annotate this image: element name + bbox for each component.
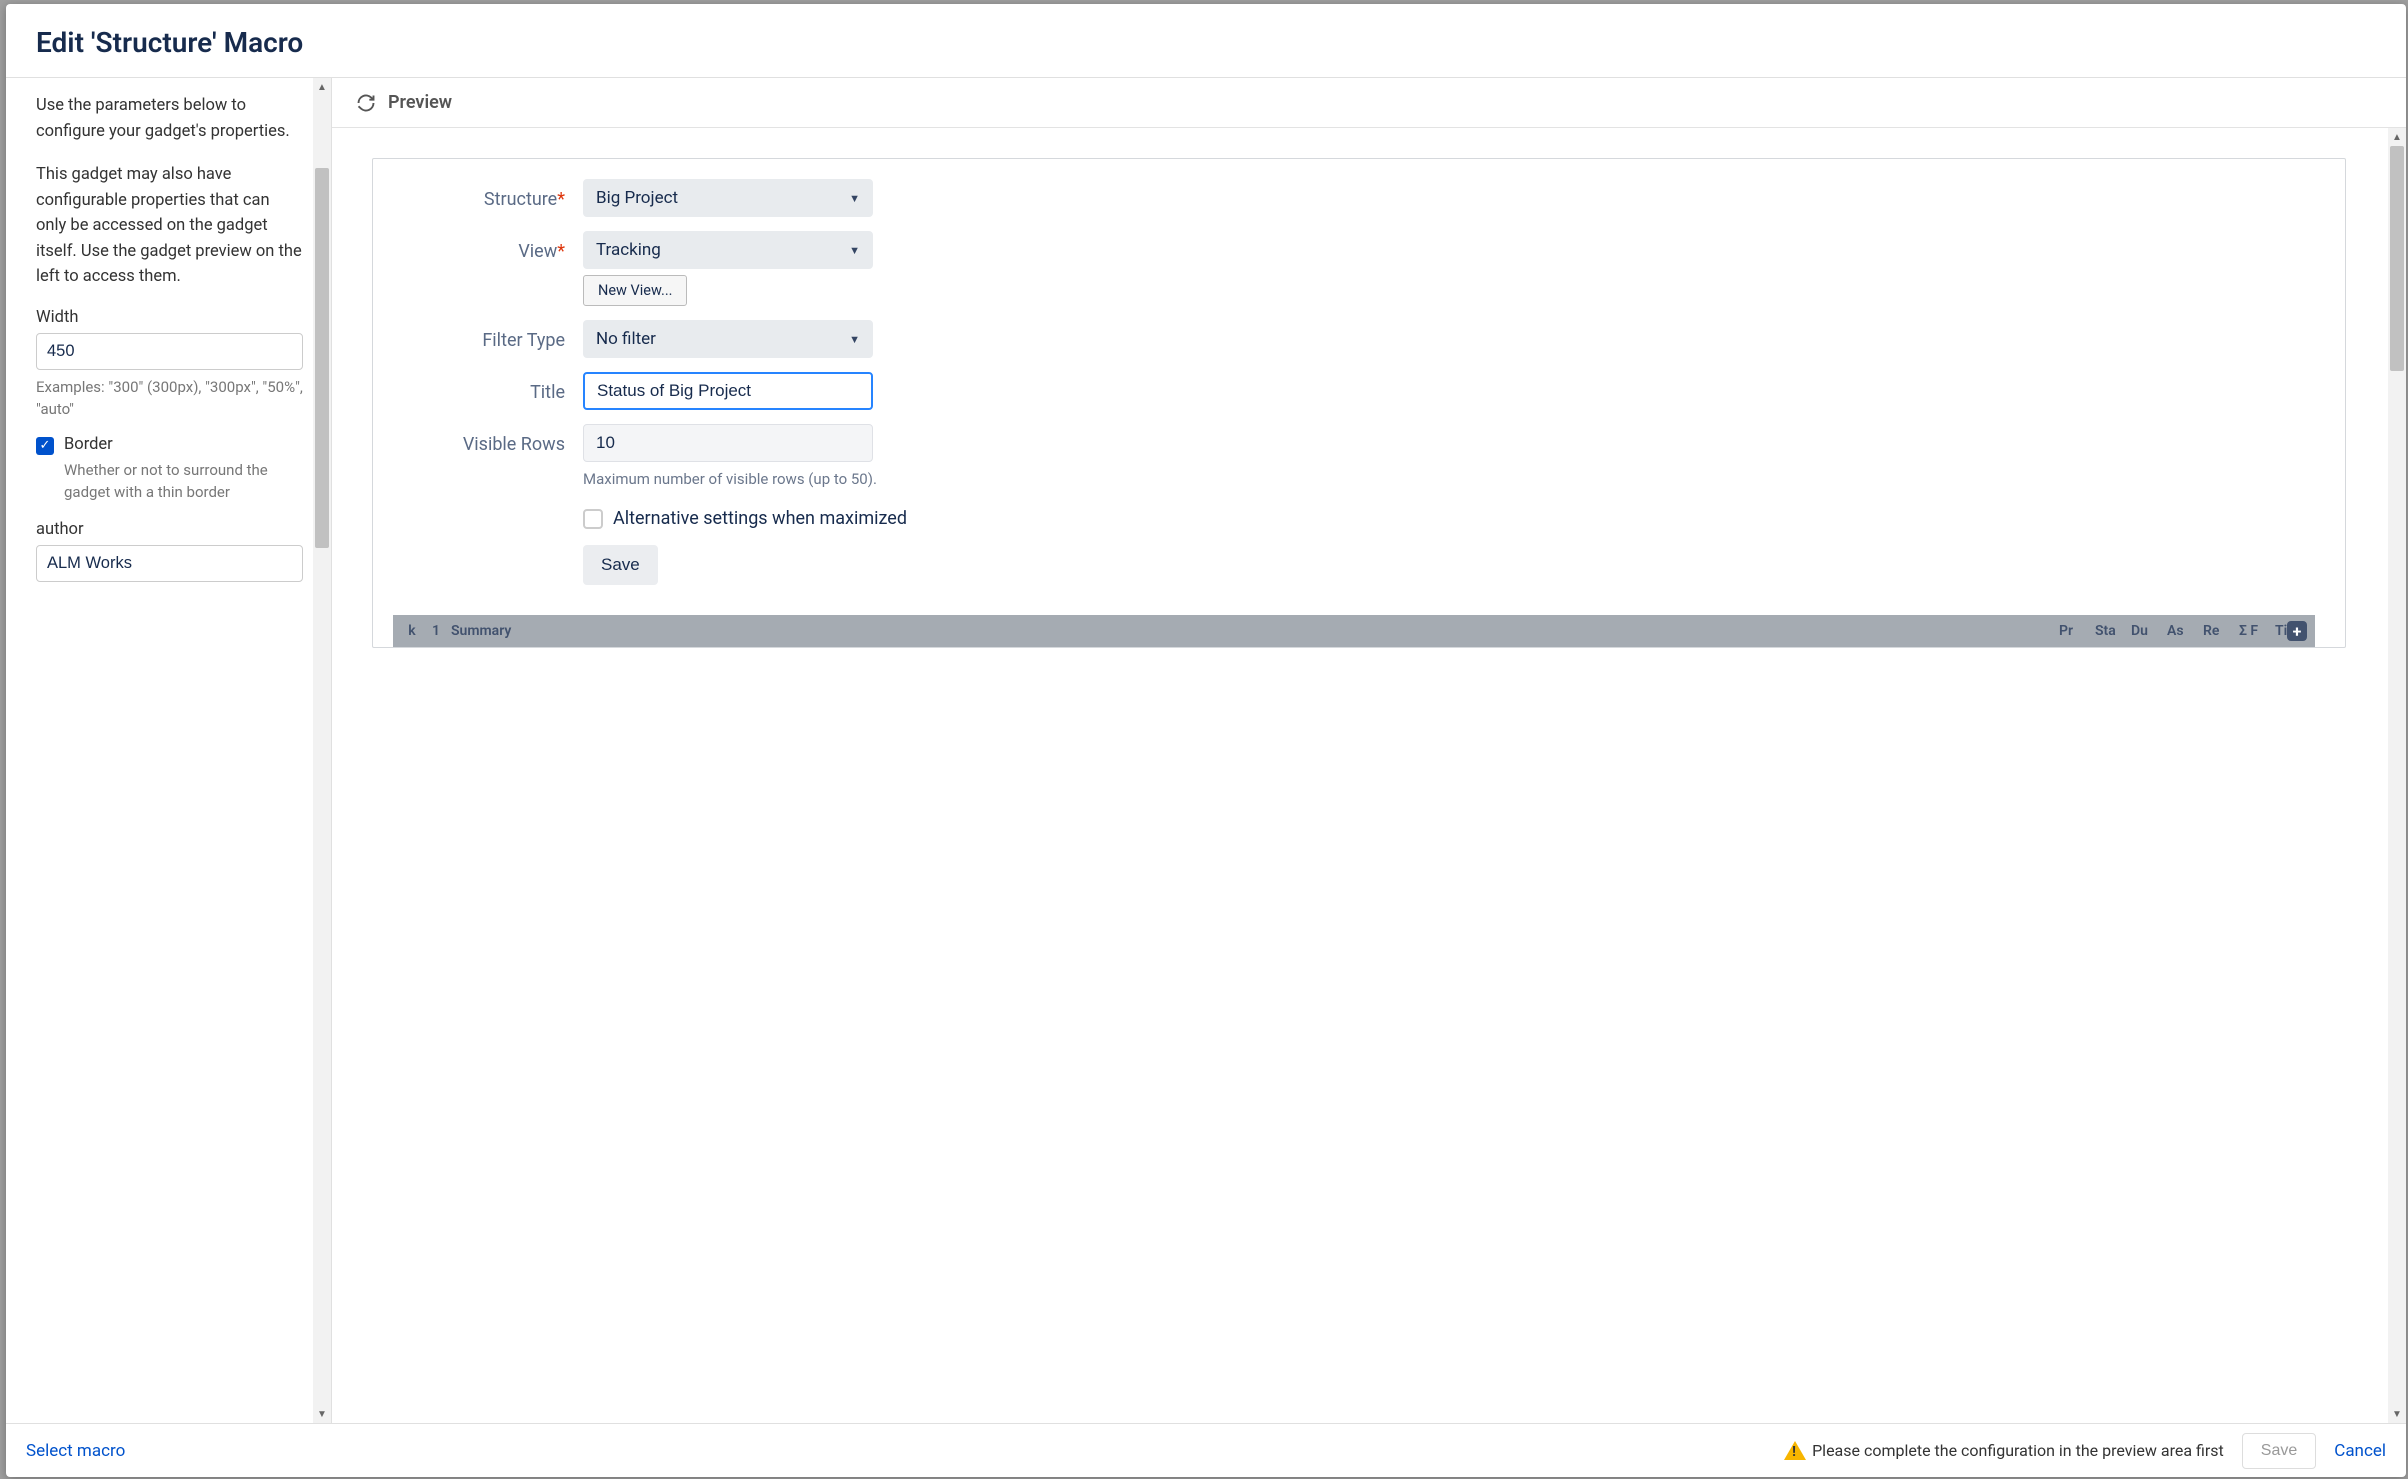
warning-icon: ! xyxy=(1784,1441,1806,1460)
col-assignee[interactable]: As xyxy=(2167,623,2197,639)
preview-content: Structure* Big Project ▼ View* Tr xyxy=(332,128,2406,1423)
scroll-down-icon[interactable]: ▼ xyxy=(2388,1405,2406,1423)
dialog-header: Edit 'Structure' Macro xyxy=(6,4,2406,78)
author-input[interactable] xyxy=(36,545,303,582)
scroll-thumb[interactable] xyxy=(2390,146,2404,371)
title-input[interactable] xyxy=(583,372,873,410)
view-label: View* xyxy=(393,231,583,262)
structure-table-header: k 1 Summary Pr Sta Du As Re Σ F Tir + xyxy=(393,615,2315,647)
dialog-title: Edit 'Structure' Macro xyxy=(36,26,2376,59)
col-key[interactable]: k xyxy=(403,623,421,639)
border-label: Border xyxy=(64,435,113,454)
structure-select[interactable]: Big Project ▼ xyxy=(583,179,873,217)
chevron-down-icon: ▼ xyxy=(849,192,860,205)
cancel-button[interactable]: Cancel xyxy=(2334,1441,2386,1461)
alt-settings-checkbox[interactable] xyxy=(583,509,603,529)
dialog-body: Use the parameters below to configure yo… xyxy=(6,78,2406,1423)
author-label: author xyxy=(36,520,303,539)
col-status[interactable]: Sta xyxy=(2095,623,2125,639)
width-help: Examples: "300" (300px), "300px", "50%",… xyxy=(36,376,303,421)
scroll-up-icon[interactable]: ▲ xyxy=(2388,128,2406,146)
new-view-button[interactable]: New View... xyxy=(583,275,687,306)
col-due[interactable]: Du xyxy=(2131,623,2161,639)
intro-text-1: Use the parameters below to configure yo… xyxy=(36,93,303,144)
structure-label: Structure* xyxy=(393,179,583,210)
alt-settings-label: Alternative settings when maximized xyxy=(613,508,907,529)
warning-message: Please complete the configuration in the… xyxy=(1812,1441,2224,1460)
col-sigma[interactable]: Σ F xyxy=(2239,623,2269,639)
scroll-down-icon[interactable]: ▼ xyxy=(313,1405,331,1423)
select-macro-link[interactable]: Select macro xyxy=(26,1441,125,1461)
parameters-panel: Use the parameters below to configure yo… xyxy=(6,78,331,1423)
left-scrollbar[interactable]: ▲ ▼ xyxy=(313,78,331,1423)
col-priority[interactable]: Pr xyxy=(2059,623,2089,639)
add-column-icon[interactable]: + xyxy=(2287,621,2307,641)
filter-type-label: Filter Type xyxy=(393,320,583,351)
preview-panel: Preview Structure* Big Project ▼ xyxy=(331,78,2406,1423)
visible-rows-label: Visible Rows xyxy=(393,424,583,455)
gadget-config-box: Structure* Big Project ▼ View* Tr xyxy=(372,158,2346,648)
save-button[interactable]: Save xyxy=(2242,1433,2316,1469)
gadget-save-button[interactable]: Save xyxy=(583,545,658,585)
width-label: Width xyxy=(36,308,303,327)
filter-type-select[interactable]: No filter ▼ xyxy=(583,320,873,358)
preview-scrollbar[interactable]: ▲ ▼ xyxy=(2388,128,2406,1423)
refresh-icon[interactable] xyxy=(356,93,376,113)
visible-rows-input[interactable] xyxy=(583,424,873,462)
col-summary[interactable]: Summary xyxy=(451,623,2053,639)
scroll-thumb[interactable] xyxy=(315,168,329,548)
preview-title: Preview xyxy=(388,92,452,113)
dialog-footer: Select macro ! Please complete the confi… xyxy=(6,1423,2406,1477)
col-reporter[interactable]: Re xyxy=(2203,623,2233,639)
col-num[interactable]: 1 xyxy=(427,623,445,639)
border-description: Whether or not to surround the gadget wi… xyxy=(64,459,303,504)
border-checkbox[interactable]: ✓ xyxy=(36,437,54,455)
width-input[interactable] xyxy=(36,333,303,370)
preview-header: Preview xyxy=(332,78,2406,128)
title-label: Title xyxy=(393,372,583,403)
intro-text-2: This gadget may also have configurable p… xyxy=(36,162,303,290)
visible-rows-hint: Maximum number of visible rows (up to 50… xyxy=(583,470,2315,488)
scroll-up-icon[interactable]: ▲ xyxy=(313,78,331,96)
view-select[interactable]: Tracking ▼ xyxy=(583,231,873,269)
chevron-down-icon: ▼ xyxy=(849,244,860,257)
chevron-down-icon: ▼ xyxy=(849,333,860,346)
edit-macro-dialog: Edit 'Structure' Macro Use the parameter… xyxy=(6,4,2406,1477)
